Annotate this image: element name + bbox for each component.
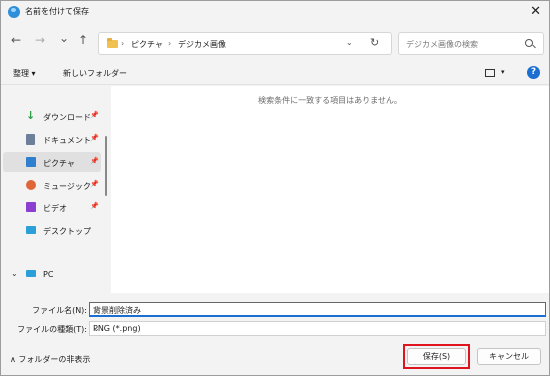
title-bar: 名前を付けて保存 ✕ <box>1 1 549 23</box>
sidebar-scrollbar[interactable] <box>105 136 107 196</box>
pin-icon[interactable]: 📌 <box>90 111 99 119</box>
breadcrumb-separator: › <box>121 39 125 48</box>
close-icon[interactable]: ✕ <box>530 4 541 19</box>
pin-icon[interactable]: 📌 <box>90 134 99 142</box>
navigation-bar: ← → ⌄ ↑ › ピクチャ › デジカメ画像 ⌄ ↻ デジカメ画像の検索 <box>1 29 549 57</box>
sidebar-item-downloads[interactable]: ↓ ダウンロード 📌 <box>3 106 101 126</box>
sidebar-item-label: ダウンロード <box>43 113 91 122</box>
address-dropdown-chevron-icon[interactable]: ⌄ <box>346 38 353 47</box>
video-icon <box>26 202 36 212</box>
pc-icon <box>26 270 36 277</box>
dialog-footer: ∧ フォルダーの非表示 保存(S) キャンセル <box>1 339 549 375</box>
sidebar-item-label: ミュージック <box>43 182 91 191</box>
pin-icon[interactable]: 📌 <box>90 157 99 165</box>
sidebar-item-documents[interactable]: ドキュメント 📌 <box>3 129 101 149</box>
sidebar-item-videos[interactable]: ビデオ 📌 <box>3 197 101 217</box>
command-bar: 整理 ▾ 新しいフォルダー ▾ ? <box>1 61 549 85</box>
hide-folders-button[interactable]: ∧ フォルダーの非表示 <box>10 354 90 365</box>
help-icon[interactable]: ? <box>527 66 540 79</box>
up-arrow-icon[interactable]: ↑ <box>78 33 88 47</box>
sidebar-item-label: ドキュメント <box>43 136 91 145</box>
folder-icon <box>107 38 118 48</box>
sidebar-item-pc[interactable]: ⌄ PC <box>3 264 101 284</box>
recent-locations-chevron-icon[interactable]: ⌄ <box>59 31 69 45</box>
picture-icon <box>26 157 36 167</box>
expand-chevron-icon[interactable]: ⌄ <box>11 269 18 278</box>
view-chevron-icon[interactable]: ▾ <box>501 68 505 76</box>
save-button[interactable]: 保存(S) <box>407 348 466 365</box>
save-as-dialog: 名前を付けて保存 ✕ ← → ⌄ ↑ › ピクチャ › デジカメ画像 ⌄ ↻ デ… <box>0 0 550 376</box>
sidebar-item-label: デスクトップ <box>43 227 91 236</box>
view-options-icon[interactable] <box>485 69 495 77</box>
pin-icon[interactable]: 📌 <box>90 202 99 210</box>
music-icon <box>26 180 36 190</box>
breadcrumb-pictures[interactable]: ピクチャ <box>131 39 163 50</box>
navigation-pane: ↓ ダウンロード 📌 ドキュメント 📌 ピクチャ 📌 ミュージック 📌 ビデオ … <box>1 86 111 293</box>
desktop-icon <box>26 226 36 234</box>
file-list[interactable]: 検索条件に一致する項目はありません。 <box>111 86 549 293</box>
pin-icon[interactable]: 📌 <box>90 180 99 188</box>
filetype-chevron-icon[interactable]: ⌄ <box>93 324 542 333</box>
search-placeholder: デジカメ画像の検索 <box>406 40 478 49</box>
filetype-label: ファイルの種類(T): <box>17 325 87 334</box>
filename-input[interactable]: 背景削除済み ⌄ <box>89 302 546 317</box>
cancel-button[interactable]: キャンセル <box>477 348 541 365</box>
save-fields: ファイル名(N): 背景削除済み ⌄ ファイルの種類(T): PNG (*.pn… <box>1 294 549 339</box>
back-arrow-icon[interactable]: ← <box>11 33 21 47</box>
sidebar-item-pictures[interactable]: ピクチャ 📌 <box>3 152 101 172</box>
filename-label: ファイル名(N): <box>32 306 87 315</box>
new-folder-button[interactable]: 新しいフォルダー <box>63 68 127 79</box>
app-icon <box>8 6 20 18</box>
document-icon <box>26 134 35 145</box>
search-icon[interactable] <box>525 39 533 47</box>
address-bar[interactable]: › ピクチャ › デジカメ画像 ⌄ ↻ <box>98 32 392 55</box>
window-title: 名前を付けて保存 <box>25 7 89 16</box>
refresh-icon[interactable]: ↻ <box>370 36 379 49</box>
sidebar-item-label: ビデオ <box>43 204 67 213</box>
breadcrumb-camera-images[interactable]: デジカメ画像 <box>178 39 226 50</box>
filetype-select[interactable]: PNG (*.png) ⌄ <box>89 321 546 336</box>
organize-button[interactable]: 整理 ▾ <box>13 68 36 79</box>
breadcrumb-separator: › <box>168 39 172 48</box>
empty-message: 検索条件に一致する項目はありません。 <box>258 96 402 105</box>
sidebar-item-desktop[interactable]: デスクトップ <box>3 220 101 240</box>
search-box[interactable]: デジカメ画像の検索 <box>398 32 544 55</box>
forward-arrow-icon[interactable]: → <box>35 33 45 47</box>
sidebar-item-music[interactable]: ミュージック 📌 <box>3 175 101 195</box>
sidebar-item-label: ピクチャ <box>43 159 75 168</box>
download-icon: ↓ <box>26 109 36 122</box>
sidebar-item-label: PC <box>43 270 54 279</box>
filename-history-chevron-icon[interactable]: ⌄ <box>93 305 542 314</box>
